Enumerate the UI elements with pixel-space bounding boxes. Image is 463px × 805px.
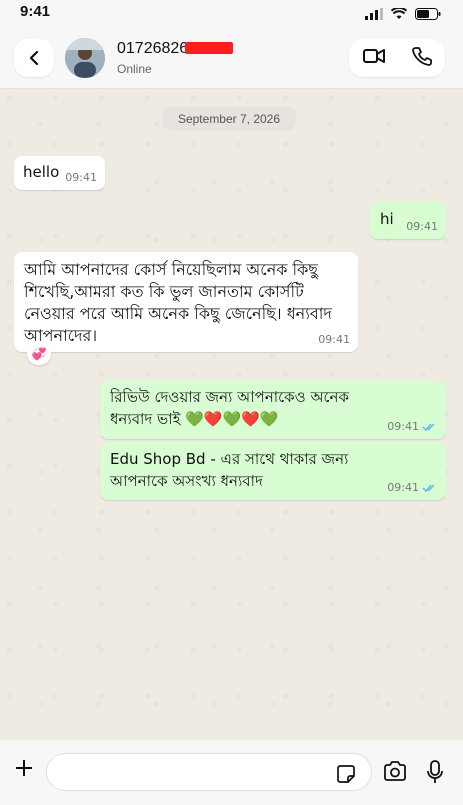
signal-icon <box>365 5 383 24</box>
camera-button[interactable] <box>383 760 407 784</box>
message-time: 09:41 <box>65 171 97 184</box>
wifi-icon <box>390 5 408 24</box>
message-time: 09:41 <box>387 420 438 433</box>
camera-icon <box>384 761 406 781</box>
back-button[interactable] <box>14 39 54 77</box>
contact-name[interactable]: 01726826 <box>117 40 188 58</box>
chevron-left-icon <box>29 50 39 66</box>
video-call-button[interactable] <box>362 48 385 68</box>
chat-area[interactable]: September 7, 2026 hello 09:41 hi 09:41 আ… <box>0 89 463 739</box>
message-outgoing[interactable]: রিভিউ দেওয়ার জন্য আপনাকেও অনেক ধন্যবাদ … <box>100 381 446 439</box>
contact-status: Online <box>117 62 152 76</box>
message-text: hello <box>23 163 60 181</box>
sticker-button[interactable] <box>336 764 356 784</box>
microphone-button[interactable] <box>425 760 445 784</box>
status-bar: 9:41 <box>0 0 463 26</box>
message-text: রিভিউ দেওয়ার জন্য আপনাকেও অনেক ধন্যবাদ … <box>110 388 349 428</box>
chat-header: 01726826 Online <box>0 26 463 89</box>
read-ticks-icon <box>422 483 435 492</box>
date-chip: September 7, 2026 <box>162 107 296 130</box>
message-incoming[interactable]: আমি আপনাদের কোর্স নিয়েছিলাম অনেক কিছু শ… <box>14 252 358 352</box>
message-time: 09:41 <box>318 333 350 346</box>
message-text: Edu Shop Bd - এর সাথে থাকার জন্য আপনাকে … <box>110 450 349 490</box>
message-time: 09:41 <box>406 220 438 233</box>
sticker-icon <box>337 765 355 783</box>
status-icons <box>365 5 441 24</box>
phone-icon <box>411 47 432 66</box>
attach-button[interactable] <box>12 756 36 780</box>
message-incoming[interactable]: hello 09:41 <box>14 156 105 190</box>
microphone-icon <box>427 760 443 783</box>
message-outgoing[interactable]: Edu Shop Bd - এর সাথে থাকার জন্য আপনাকে … <box>100 442 446 500</box>
status-time: 9:41 <box>20 3 51 20</box>
message-input[interactable] <box>46 753 372 791</box>
message-composer <box>0 740 463 805</box>
read-ticks-icon <box>422 422 435 431</box>
call-actions <box>349 39 445 77</box>
message-time: 09:41 <box>387 481 438 494</box>
message-text: hi <box>380 210 394 228</box>
message-reaction[interactable]: 💞 <box>27 343 51 365</box>
redaction-mark <box>185 42 233 54</box>
battery-icon <box>415 5 441 24</box>
avatar[interactable] <box>65 38 105 78</box>
voice-call-button[interactable] <box>411 46 432 70</box>
plus-icon <box>16 760 32 776</box>
message-outgoing[interactable]: hi 09:41 <box>370 201 446 239</box>
message-text: আমি আপনাদের কোর্স নিয়েছিলাম অনেক কিছু শ… <box>24 260 332 345</box>
video-camera-icon <box>362 49 385 63</box>
